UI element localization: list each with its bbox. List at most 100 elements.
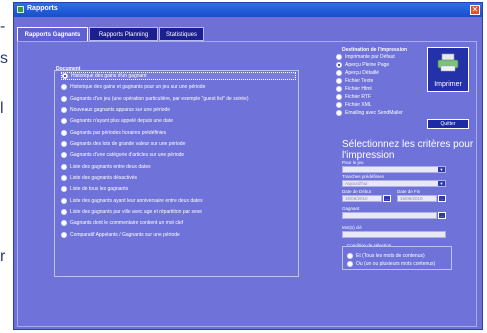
radio-icon	[336, 109, 342, 116]
radio-icon	[61, 84, 67, 90]
tranches-dropdown[interactable]: Aujourd'hui ▼	[342, 180, 446, 187]
doc-label: Liste des gagnants ayant leur anniversai…	[70, 198, 203, 204]
doc-radio-comparatif[interactable]: Comparatif Appelants / Gagnants sur une …	[61, 231, 296, 239]
jeu-dropdown[interactable]: ▼	[342, 166, 446, 173]
dest-label: Imprimante par Défaut	[345, 53, 395, 60]
tab-rapports-planning[interactable]: Rapports Planning	[89, 27, 158, 41]
radio-icon	[61, 209, 67, 215]
title-bar[interactable]: Rapports ✕	[14, 3, 482, 17]
gagnant-field[interactable]	[342, 212, 437, 219]
radio-icon	[62, 73, 68, 79]
doc-radio-nouveaux-gagnants[interactable]: Nouveaux gagnants apparus sur une périod…	[61, 106, 296, 114]
tranches-value: Aujourd'hui	[345, 181, 368, 186]
gagnant-search-button[interactable]: ...	[438, 212, 446, 219]
doc-label: Historique des gains d'un gagnant	[71, 73, 147, 79]
doc-radio-anniversaire[interactable]: Liste des gagnants ayant leur anniversai…	[61, 197, 296, 205]
dest-label: Fichier XML	[345, 101, 372, 108]
radio-icon	[336, 53, 342, 60]
doc-label: Gagnants par périodes horaires prédéfini…	[70, 130, 167, 136]
dest-label: Aperçu Détaillé	[345, 69, 379, 76]
tranches-label: Tranches prédéfinies	[342, 174, 384, 179]
calendar-icon: ...	[440, 196, 444, 201]
background-text: -	[0, 18, 6, 35]
radio-icon	[61, 152, 67, 158]
dest-radio-apercu-pleine-page[interactable]: Aperçu Pleine Page	[336, 61, 389, 68]
tab-statistiques[interactable]: Statistiques	[159, 27, 204, 41]
doc-radio-gagnants-jeu[interactable]: Gagnants d'un jeu (une opération particu…	[61, 95, 296, 103]
condition-group: Et (Tous les mots de contenus) Ou (un ou…	[342, 246, 452, 270]
doc-radio-tous-gagnants[interactable]: Liste de tous les gagnants	[61, 185, 296, 193]
date-fin-value: 15/06/2010	[400, 196, 423, 201]
jeu-label: Pour le jeu	[342, 160, 364, 165]
radio-icon	[61, 141, 67, 147]
radio-icon	[61, 96, 67, 102]
doc-label: Liste des gagnants désactivés	[70, 175, 137, 181]
date-fin-field[interactable]: 15/06/2010	[397, 195, 437, 202]
chevron-down-icon: ▼	[438, 167, 445, 172]
doc-radio-par-ville[interactable]: Liste des gagnants par ville avec age et…	[61, 208, 296, 216]
dest-radio-emailing[interactable]: Emailing avec SendMailer	[336, 109, 403, 116]
dest-label: Fichier RTF	[345, 93, 372, 100]
radio-icon	[61, 118, 67, 124]
dest-radio-apercu-detaille[interactable]: Aperçu Détaillé	[336, 69, 379, 76]
doc-label: Gagnants d'une catégorie d'articles sur …	[70, 152, 185, 158]
doc-radio-mot-clef[interactable]: Gagnants dont le commentaire contient un…	[61, 219, 296, 227]
doc-label: Historique des gains et gagnants pour un…	[70, 84, 206, 90]
doc-label: Nouveaux gagnants apparus sur une périod…	[70, 107, 171, 113]
chevron-down-icon: ▼	[438, 181, 445, 186]
radio-icon	[61, 130, 67, 136]
tab-rapports-gagnants[interactable]: Rapports Gagnants	[17, 27, 88, 41]
doc-label: Liste des gagnants par ville avec age et…	[70, 209, 203, 215]
print-button[interactable]: Imprimer	[427, 47, 469, 92]
cond-radio-et[interactable]: Et (Tous les mots de contenus)	[347, 252, 425, 259]
date-debut-calendar-button[interactable]: ...	[383, 195, 391, 202]
doc-radio-historique-gains[interactable]: Historique des gains d'un gagnant	[61, 72, 296, 80]
dest-label: Emailing avec SendMailer	[345, 109, 403, 116]
radio-icon	[336, 101, 342, 108]
radio-icon	[347, 260, 353, 267]
quit-button[interactable]: Quitter	[427, 119, 469, 129]
ellipsis-icon: ...	[440, 213, 444, 218]
doc-radio-lots-grande-valeur[interactable]: Gagnants des lots de grande valeur sur u…	[61, 140, 296, 148]
gagnant-label: Gagnant	[342, 206, 360, 211]
radio-icon	[336, 77, 342, 84]
dest-radio-fichier-rtf[interactable]: Fichier RTF	[336, 93, 371, 100]
rapports-window: Rapports ✕ Rapports Gagnants Rapports Pl…	[13, 2, 483, 330]
radio-icon	[61, 164, 67, 170]
doc-radio-entre-deux-dates[interactable]: Liste des gagnants entre deux dates	[61, 163, 296, 171]
doc-radio-categorie-articles[interactable]: Gagnants d'une catégorie d'articles sur …	[61, 151, 296, 159]
radio-icon	[61, 175, 67, 181]
doc-radio-plus-appele[interactable]: Gagnants n'ayant plus appelé depuis une …	[61, 117, 296, 125]
destination-group: Imprimante par Défaut Aperçu Pleine Page…	[336, 53, 428, 153]
background-text: s	[0, 50, 8, 67]
dest-radio-fichier-texte[interactable]: Fichier Texte	[336, 77, 373, 84]
close-icon: ✕	[471, 5, 479, 14]
doc-label: Comparatif Appelants / Gagnants sur une …	[70, 232, 180, 238]
doc-label: Gagnants d'un jeu (une opération particu…	[70, 96, 249, 102]
doc-radio-historique-jeu[interactable]: Historique des gains et gagnants pour un…	[61, 83, 296, 91]
tab-label: Statistiques	[165, 32, 198, 38]
date-debut-field[interactable]: 15/06/2010	[342, 195, 382, 202]
close-button[interactable]: ✕	[470, 5, 480, 15]
doc-radio-desactives[interactable]: Liste des gagnants désactivés	[61, 174, 296, 182]
dest-radio-fichier-html[interactable]: Fichier Html	[336, 85, 372, 92]
dest-radio-imprimante[interactable]: Imprimante par Défaut	[336, 53, 395, 60]
cond-label: Ou (un ou plusieurs mots contenus)	[356, 260, 436, 267]
tab-label: Rapports Planning	[98, 32, 149, 38]
document-group: Historique des gains d'un gagnant Histor…	[54, 70, 299, 277]
doc-label: Liste de tous les gagnants	[70, 186, 129, 192]
cond-radio-ou[interactable]: Ou (un ou plusieurs mots contenus)	[347, 260, 435, 267]
dest-radio-fichier-xml[interactable]: Fichier XML	[336, 101, 372, 108]
background-page: - s l r	[0, 0, 12, 333]
radio-icon	[336, 85, 342, 92]
date-debut-value: 15/06/2010	[345, 196, 368, 201]
radio-icon	[61, 232, 67, 238]
mots-cle-field[interactable]	[342, 231, 446, 238]
date-fin-calendar-button[interactable]: ...	[438, 195, 446, 202]
doc-label: Gagnants des lots de grande valeur sur u…	[70, 141, 186, 147]
doc-label: Gagnants n'ayant plus appelé depuis une …	[70, 118, 173, 124]
cond-label: Et (Tous les mots de contenus)	[356, 252, 425, 259]
radio-icon	[336, 69, 342, 76]
doc-radio-periodes-horaires[interactable]: Gagnants par périodes horaires prédéfini…	[61, 129, 296, 137]
radio-icon	[61, 186, 67, 192]
